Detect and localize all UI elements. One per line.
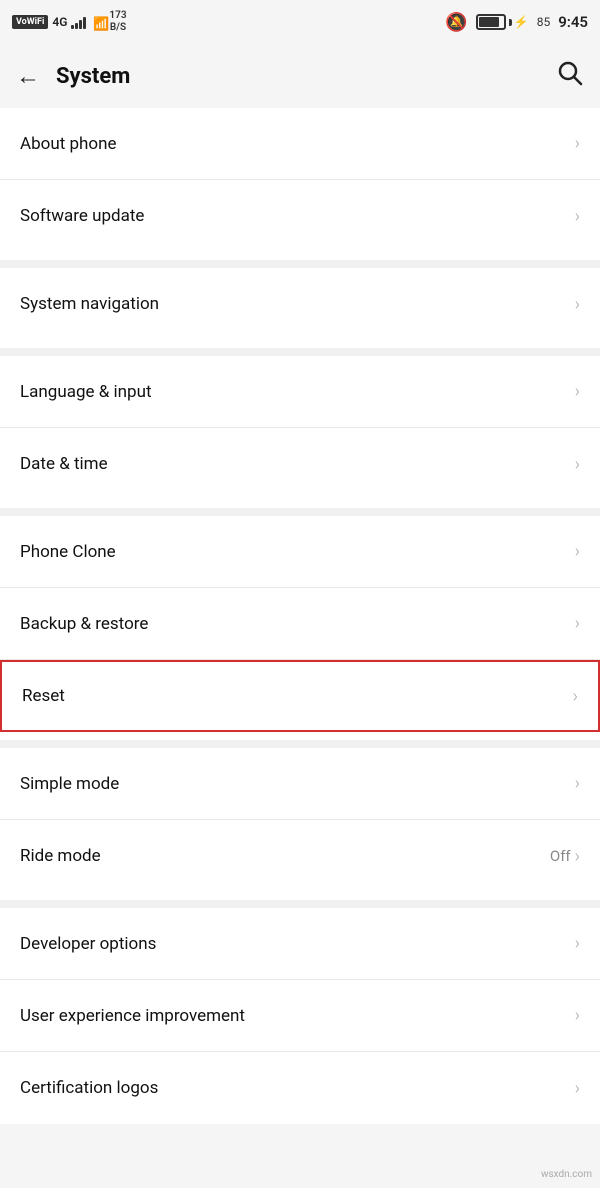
- certification-logos-right: ›: [575, 1078, 580, 1099]
- menu-list: About phone › Software update › System n…: [0, 108, 600, 1124]
- search-button[interactable]: [556, 59, 584, 94]
- chevron-icon: ›: [575, 381, 580, 402]
- battery-percent: ⚡: [514, 15, 529, 29]
- software-update-right: ›: [575, 206, 580, 227]
- back-button[interactable]: ←: [16, 62, 40, 91]
- menu-group-6: Developer options › User experience impr…: [0, 908, 600, 1124]
- backup-restore-right: ›: [575, 613, 580, 634]
- reset-right: ›: [573, 686, 578, 707]
- menu-group-1: About phone › Software update ›: [0, 108, 600, 252]
- chevron-icon: ›: [575, 1005, 580, 1026]
- developer-options-label: Developer options: [20, 934, 156, 954]
- chevron-icon: ›: [575, 1078, 580, 1099]
- section-divider-1: [0, 260, 600, 268]
- ride-mode-value: Off: [550, 847, 571, 865]
- menu-item-language-input[interactable]: Language & input ›: [0, 356, 600, 428]
- section-divider-3: [0, 508, 600, 516]
- menu-group-5: Simple mode › Ride mode Off ›: [0, 748, 600, 892]
- phone-clone-right: ›: [575, 541, 580, 562]
- section-divider-5: [0, 900, 600, 908]
- date-time-label: Date & time: [20, 454, 108, 474]
- chevron-icon: ›: [575, 133, 580, 154]
- chevron-icon: ›: [575, 454, 580, 475]
- language-input-right: ›: [575, 381, 580, 402]
- battery-container: ⚡: [476, 14, 529, 30]
- menu-item-reset[interactable]: Reset ›: [0, 660, 600, 732]
- header-left: ← System: [16, 62, 130, 91]
- network-type: 4G: [52, 15, 67, 29]
- developer-options-right: ›: [575, 933, 580, 954]
- ride-mode-label: Ride mode: [20, 846, 101, 866]
- chevron-icon: ›: [573, 686, 578, 707]
- menu-item-about-phone[interactable]: About phone ›: [0, 108, 600, 180]
- battery-tip: [509, 19, 512, 26]
- wifi-icon: 📶: [93, 17, 105, 29]
- software-update-label: Software update: [20, 206, 144, 226]
- page-title: System: [56, 64, 130, 89]
- backup-restore-label: Backup & restore: [20, 614, 148, 634]
- menu-group-2: System navigation ›: [0, 268, 600, 340]
- status-bar: VoWiFi 4G 📶 173 B/S 🔕 ⚡ 85 9:45: [0, 0, 600, 44]
- signal-bar-3: [79, 20, 82, 29]
- simple-mode-right: ›: [575, 773, 580, 794]
- system-navigation-label: System navigation: [20, 294, 159, 314]
- user-experience-right: ›: [575, 1005, 580, 1026]
- bell-mute-icon: 🔕: [445, 12, 467, 33]
- section-divider-2: [0, 348, 600, 356]
- chevron-icon: ›: [575, 773, 580, 794]
- status-left: VoWiFi 4G 📶 173 B/S: [12, 10, 127, 34]
- menu-group-3: Language & input › Date & time ›: [0, 356, 600, 500]
- watermark: wsxdn.com: [541, 1169, 592, 1180]
- ride-mode-right: Off ›: [550, 846, 580, 867]
- menu-item-date-time[interactable]: Date & time ›: [0, 428, 600, 500]
- battery-fill: [479, 17, 499, 27]
- menu-item-system-navigation[interactable]: System navigation ›: [0, 268, 600, 340]
- menu-group-4: Phone Clone › Backup & restore › Reset ›: [0, 516, 600, 732]
- chevron-icon: ›: [575, 206, 580, 227]
- battery-number: 85: [537, 15, 551, 29]
- chevron-icon: ›: [575, 541, 580, 562]
- chevron-icon: ›: [575, 294, 580, 315]
- signal-bars: [71, 15, 86, 29]
- signal-bar-1: [71, 25, 74, 29]
- menu-item-simple-mode[interactable]: Simple mode ›: [0, 748, 600, 820]
- menu-item-developer-options[interactable]: Developer options ›: [0, 908, 600, 980]
- menu-item-user-experience[interactable]: User experience improvement ›: [0, 980, 600, 1052]
- date-time-right: ›: [575, 454, 580, 475]
- menu-item-software-update[interactable]: Software update ›: [0, 180, 600, 252]
- vowifi-badge: VoWiFi: [12, 15, 48, 29]
- simple-mode-label: Simple mode: [20, 774, 119, 794]
- certification-logos-label: Certification logos: [20, 1078, 158, 1098]
- menu-item-backup-restore[interactable]: Backup & restore ›: [0, 588, 600, 660]
- section-divider-4: [0, 740, 600, 748]
- page-header: ← System: [0, 44, 600, 108]
- menu-item-certification-logos[interactable]: Certification logos ›: [0, 1052, 600, 1124]
- chevron-icon: ›: [575, 846, 580, 867]
- about-phone-right: ›: [575, 133, 580, 154]
- about-phone-label: About phone: [20, 134, 117, 154]
- wifi-bars: 📶: [93, 15, 105, 29]
- battery-icon: [476, 14, 506, 30]
- menu-item-ride-mode[interactable]: Ride mode Off ›: [0, 820, 600, 892]
- user-experience-label: User experience improvement: [20, 1006, 245, 1026]
- chevron-icon: ›: [575, 613, 580, 634]
- data-speed: 173 B/S: [109, 10, 126, 34]
- language-input-label: Language & input: [20, 382, 152, 402]
- signal-bar-2: [75, 23, 78, 29]
- menu-item-phone-clone[interactable]: Phone Clone ›: [0, 516, 600, 588]
- phone-clone-label: Phone Clone: [20, 542, 116, 562]
- time-display: 9:45: [558, 13, 588, 31]
- reset-label: Reset: [22, 686, 65, 706]
- chevron-icon: ›: [575, 933, 580, 954]
- signal-bar-4: [83, 17, 86, 29]
- status-right: 🔕 ⚡ 85 9:45: [445, 12, 588, 33]
- system-navigation-right: ›: [575, 294, 580, 315]
